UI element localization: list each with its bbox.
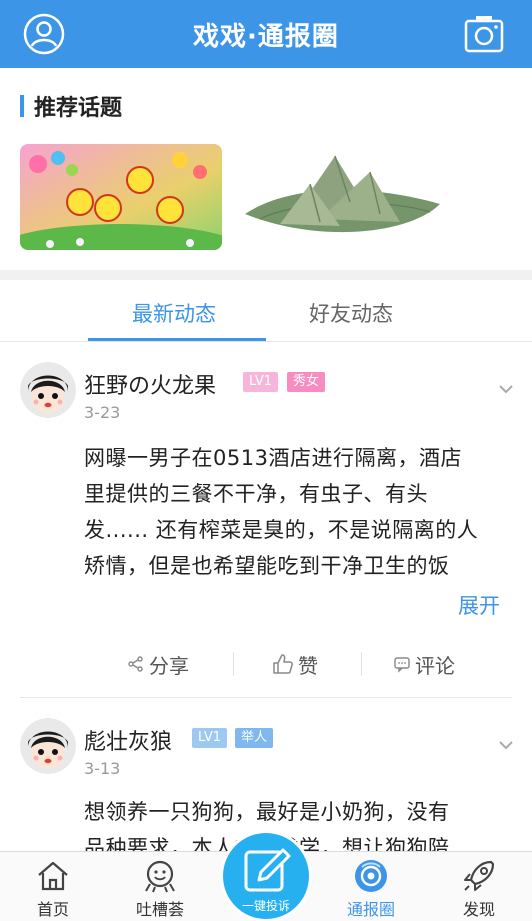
recommended-topics-title: 推荐话题 xyxy=(34,96,123,121)
like-button[interactable]: 赞 xyxy=(272,644,318,684)
nav-home-label: 首页 xyxy=(36,900,69,919)
smiley-icon xyxy=(142,858,178,894)
one-click-complaint-button[interactable]: 一键投诉 xyxy=(223,833,309,919)
share-button[interactable]: 分享 xyxy=(127,644,189,684)
post-line: 里提供的三餐不干净，有虫子、有头 xyxy=(84,482,428,506)
comment-label: 评论 xyxy=(415,653,455,678)
chevron-down-icon[interactable] xyxy=(498,736,514,750)
one-click-complaint-label: 一键投诉 xyxy=(241,899,290,913)
camera-icon[interactable] xyxy=(462,12,506,56)
post-username[interactable]: 狂野の火龙果 xyxy=(84,368,216,400)
nav-discover[interactable]: 发现 xyxy=(434,852,524,921)
zongzi-banner[interactable] xyxy=(240,144,442,250)
level-badge: LV1 xyxy=(243,372,278,392)
post-line: 网曝一男子在0513酒店进行隔离，酒店 xyxy=(84,446,462,470)
tab-latest[interactable]: 最新动态 xyxy=(132,298,216,328)
avatar[interactable] xyxy=(20,718,76,774)
rank-badge: 秀女 xyxy=(287,372,326,392)
heading-accent-bar xyxy=(20,95,24,117)
avatar[interactable] xyxy=(20,362,76,418)
post-date: 3-13 xyxy=(84,759,121,778)
post-content[interactable]: 网曝一男子在0513酒店进行隔离，酒店 里提供的三餐不干净，有虫子、有头 发..… xyxy=(84,440,514,584)
divider xyxy=(233,652,234,676)
feed-post: 彪壮灰狼 LV1 举人 3-13 想领养一只狗狗，最好是小奶狗，没有 品种要求，… xyxy=(0,698,532,851)
nav-circle-label: 通报圈 xyxy=(346,900,395,919)
expand-link[interactable]: 展开 xyxy=(458,590,500,620)
share-label: 分享 xyxy=(149,653,189,678)
home-icon xyxy=(35,858,71,894)
nav-complaints-label: 吐槽荟 xyxy=(135,900,184,919)
rocket-icon xyxy=(461,858,497,894)
feed-tabs: 最新动态 好友动态 xyxy=(0,280,532,342)
page-title: 戏戏·通报圈 xyxy=(193,22,339,52)
post-actions: 分享 赞 评论 xyxy=(0,644,532,684)
post-line: 发...... 还有榨菜是臭的，不是说隔离的人 xyxy=(84,518,479,542)
circle-icon xyxy=(353,858,389,894)
recommended-topics-heading: 推荐话题 xyxy=(20,93,123,121)
post-username[interactable]: 彪壮灰狼 xyxy=(84,724,172,756)
comment-button[interactable]: 评论 xyxy=(393,644,455,684)
thumbs-up-icon xyxy=(273,654,293,674)
nav-complaints[interactable]: 吐槽荟 xyxy=(115,852,205,921)
nav-discover-label: 发现 xyxy=(462,900,495,919)
level-badge: LV1 xyxy=(192,728,227,748)
divider xyxy=(361,652,362,676)
active-tab-indicator xyxy=(88,338,266,341)
rank-badge: 举人 xyxy=(235,728,274,748)
section-divider xyxy=(0,270,532,280)
childrens-day-banner[interactable] xyxy=(20,144,222,250)
nav-circle[interactable]: 通报圈 xyxy=(326,852,416,921)
like-label: 赞 xyxy=(298,653,318,678)
app-header: 戏戏·通报圈 xyxy=(0,0,532,68)
post-line: 矫情，但是也希望能吃到干净卫生的饭 xyxy=(84,554,450,578)
nav-home[interactable]: 首页 xyxy=(8,852,98,921)
tab-friends[interactable]: 好友动态 xyxy=(309,298,393,328)
comment-icon xyxy=(394,657,410,673)
post-line: 想领养一只狗狗，最好是小奶狗，没有 xyxy=(84,800,450,824)
feed-post: 狂野の火龙果 LV1 秀女 3-23 网曝一男子在0513酒店进行隔离，酒店 里… xyxy=(0,342,532,698)
chevron-down-icon[interactable] xyxy=(498,380,514,394)
post-date: 3-23 xyxy=(84,403,121,422)
share-icon xyxy=(128,656,143,672)
